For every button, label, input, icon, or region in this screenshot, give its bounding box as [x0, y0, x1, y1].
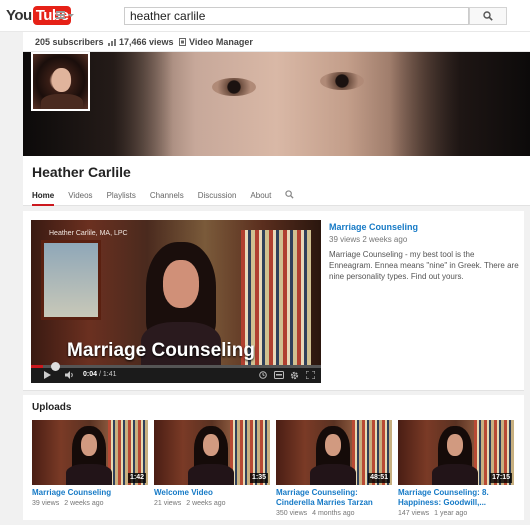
video-manager-link[interactable]: Video Manager	[179, 37, 253, 47]
video-card[interactable]: 1:42 Marriage Counseling 39 views 2 weeks…	[32, 420, 148, 507]
watch-later-icon[interactable]	[259, 371, 267, 379]
featured-video-views: 39 views	[329, 235, 361, 244]
play-icon[interactable]	[43, 371, 51, 379]
featured-video-title[interactable]: Marriage Counseling	[329, 222, 519, 232]
video-title[interactable]: Welcome Video	[154, 488, 270, 498]
video-card[interactable]: 1:35 Welcome Video 21 views 2 weeks ago	[154, 420, 270, 507]
avatar-shoulders	[41, 94, 83, 109]
search-icon	[285, 190, 294, 199]
banner-eye-right	[320, 72, 364, 90]
time-current: 0:04	[83, 371, 98, 378]
settings-gear-icon[interactable]	[290, 371, 299, 380]
search-input[interactable]	[124, 7, 469, 25]
captions-icon[interactable]	[274, 371, 284, 379]
featured-video-info: Marriage Counseling 39 views 2 weeks ago…	[329, 222, 519, 282]
video-scene-window	[41, 240, 101, 320]
chevron-down-icon	[68, 13, 74, 17]
menu-icon	[56, 11, 65, 19]
channel-avatar[interactable]	[31, 52, 90, 111]
video-views: 147 views	[398, 510, 430, 517]
banner-eye-left	[212, 78, 256, 96]
thumbnail-person-body	[188, 464, 234, 485]
masthead: You Tube	[0, 0, 530, 32]
video-duration: 48:51	[368, 473, 390, 483]
thumbnail-person-body	[66, 464, 112, 485]
volume-icon[interactable]	[65, 371, 75, 379]
thumbnail-person-face	[447, 434, 463, 456]
channel-tabs: Home Videos Playlists Channels Discussio…	[32, 190, 308, 206]
channel-stats-bar: 205 subscribers 17,466 views Video Manag…	[23, 32, 530, 52]
video-thumbnail[interactable]: 17:15	[398, 420, 514, 485]
search-button[interactable]	[469, 7, 507, 25]
video-duration: 17:15	[490, 473, 512, 483]
video-card[interactable]: 48:51 Marriage Counseling: Cinderella Ma…	[276, 420, 392, 517]
video-meta: 147 views 1 year ago	[398, 510, 514, 517]
video-card[interactable]: 17:15 Marriage Counseling: 8. Happiness:…	[398, 420, 514, 517]
progress-track[interactable]	[31, 365, 321, 368]
video-views: 21 views	[154, 500, 182, 507]
featured-video-description: Marriage Counseling - my best tool is th…	[329, 250, 519, 281]
channel-banner	[23, 52, 530, 156]
video-meta: 39 views 2 weeks ago	[32, 500, 148, 507]
video-manager-label: Video Manager	[189, 37, 253, 47]
subscriber-count-label: 205 subscribers	[35, 37, 104, 47]
video-thumbnail[interactable]: 48:51	[276, 420, 392, 485]
video-watermark: Heather Carlile, MA, LPC	[49, 230, 128, 237]
tab-home[interactable]: Home	[32, 190, 55, 206]
bar-chart-icon	[108, 38, 116, 46]
video-thumbnail[interactable]: 1:42	[32, 420, 148, 485]
video-meta: 21 views 2 weeks ago	[154, 500, 270, 507]
video-duration: 1:35	[249, 473, 268, 483]
person-face	[163, 260, 199, 308]
video-overlay-title: Marriage Counseling	[67, 340, 255, 361]
thumbnail-person-face	[203, 434, 219, 456]
time-display: 0:04 / 1:41	[83, 371, 116, 378]
view-count-label: 17,466 views	[119, 37, 174, 47]
time-total: / 1:41	[98, 371, 117, 378]
uploads-title[interactable]: Uploads	[32, 402, 71, 413]
tab-playlists[interactable]: Playlists	[107, 190, 136, 206]
banner-shadow-right	[390, 52, 530, 156]
fullscreen-icon[interactable]	[306, 371, 315, 379]
video-title[interactable]: Marriage Counseling	[32, 488, 148, 498]
video-thumbnail[interactable]: 1:35	[154, 420, 270, 485]
search-icon	[483, 11, 493, 21]
featured-video-section: Heather Carlile, MA, LPC Marriage Counse…	[23, 211, 524, 391]
player-controls: 0:04 / 1:41	[31, 362, 321, 383]
video-duration: 1:42	[127, 473, 146, 483]
tab-discussion[interactable]: Discussion	[198, 190, 237, 206]
video-age: 2 weeks ago	[186, 500, 226, 507]
tab-videos[interactable]: Videos	[68, 190, 92, 206]
channel-name: Heather Carlile	[32, 164, 131, 180]
video-age: 2 weeks ago	[64, 500, 104, 507]
uploads-shelf: Uploads 1:42 Marriage Counseling 39 view…	[23, 395, 524, 520]
featured-video-age: 2 weeks ago	[362, 235, 408, 244]
logo-you: You	[6, 7, 32, 24]
subscriber-count: 205 subscribers	[35, 37, 104, 47]
guide-menu-button[interactable]	[56, 8, 74, 22]
thumbnail-person-face	[81, 434, 97, 456]
avatar-face	[52, 68, 71, 92]
video-age: 4 months ago	[312, 510, 355, 517]
thumbnail-person-body	[310, 464, 356, 485]
tab-about[interactable]: About	[250, 190, 271, 206]
tab-channels[interactable]: Channels	[150, 190, 184, 206]
thumbnail-person-face	[325, 434, 341, 456]
video-views: 350 views	[276, 510, 308, 517]
video-views: 39 views	[32, 500, 60, 507]
video-meta: 350 views 4 months ago	[276, 510, 392, 517]
progress-played	[31, 365, 43, 368]
progress-scrubber[interactable]	[50, 362, 60, 371]
thumbnail-person-body	[432, 464, 478, 485]
video-player[interactable]: Heather Carlile, MA, LPC Marriage Counse…	[31, 220, 321, 383]
video-title[interactable]: Marriage Counseling: Cinderella Marries …	[276, 488, 392, 508]
featured-video-meta: 39 views 2 weeks ago	[329, 235, 519, 244]
tab-search[interactable]	[285, 190, 294, 206]
video-age: 1 year ago	[434, 510, 468, 517]
video-manager-icon	[179, 38, 186, 46]
view-count: 17,466 views	[108, 37, 174, 47]
channel-header: Heather Carlile Home Videos Playlists Ch…	[23, 156, 530, 206]
video-title[interactable]: Marriage Counseling: 8. Happiness: Goodw…	[398, 488, 514, 508]
